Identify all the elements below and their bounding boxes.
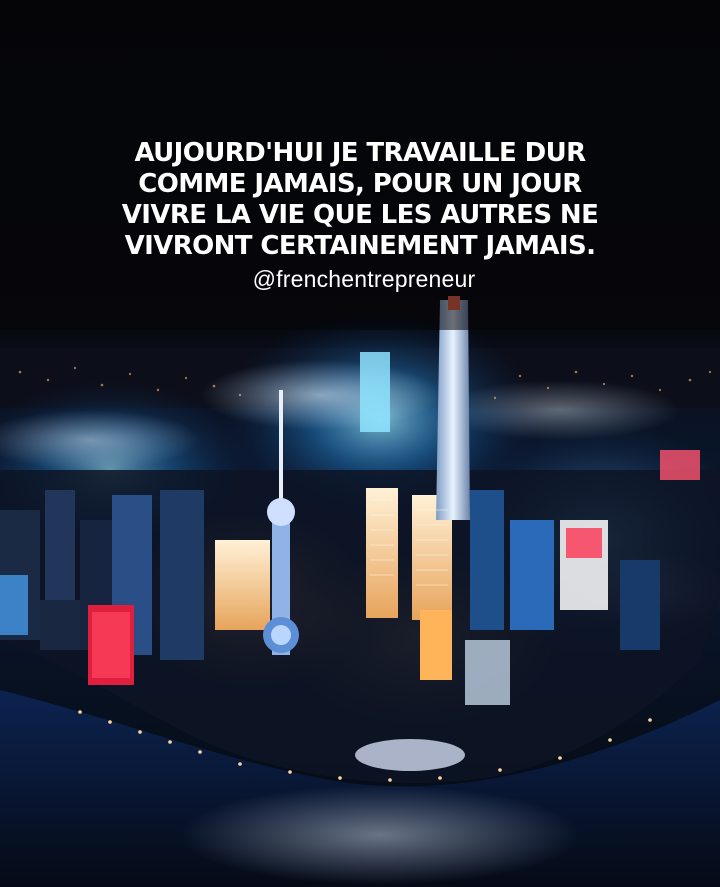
author-handle: @frenchentrepreneur [252,266,476,292]
tallest-tower [436,300,470,520]
city-skyline-photo [0,0,720,887]
quote-line: COMME JAMAIS, POUR UN JOUR [138,169,582,199]
quote-line: AUJOURD'HUI JE TRAVAILLE DUR [134,138,586,168]
mist-cloud [200,360,440,430]
post-image: AUJOURD'HUI JE TRAVAILLE DUR COMME JAMAI… [0,0,720,887]
quote-text: AUJOURD'HUI JE TRAVAILLE DUR COMME JAMAI… [60,138,660,262]
quote-overlay: AUJOURD'HUI JE TRAVAILLE DUR COMME JAMAI… [60,138,660,293]
quote-line: VIVRE LA VIE QUE LES AUTRES NE [121,200,599,230]
quote-line: VIVRONT CERTAINEMENT JAMAIS. [124,231,596,261]
domed-building [355,739,465,771]
